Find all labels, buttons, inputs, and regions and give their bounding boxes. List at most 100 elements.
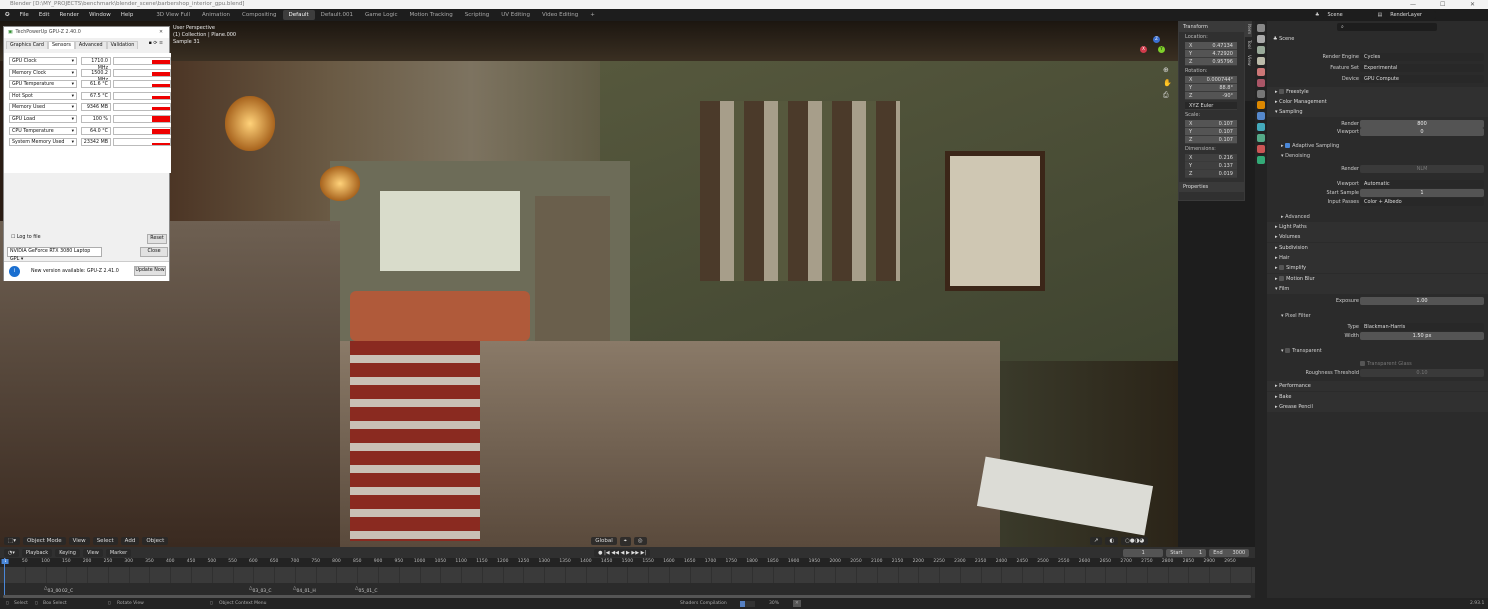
simplify-panel-header[interactable]: ▸ Simplify — [1267, 263, 1488, 274]
menu-render[interactable]: Render — [54, 12, 84, 18]
device-field[interactable]: GPU Compute — [1360, 75, 1484, 83]
rotation-z-field[interactable]: Z -90° — [1185, 92, 1237, 100]
snap-icon[interactable]: ⌖ — [619, 536, 631, 546]
add-workspace-button[interactable]: + — [584, 10, 601, 20]
transparent-panel-header[interactable]: ▾ Transparent — [1267, 346, 1488, 356]
tab-video-editing[interactable]: Video Editing — [536, 10, 584, 20]
gpuz-toolbar-icons[interactable]: ▪ ⟳ ≡ — [149, 41, 167, 49]
add-menu[interactable]: Add — [120, 537, 140, 545]
gpuz-tab-graphics-card[interactable]: Graphics Card — [6, 41, 48, 49]
sidebar-tab-view[interactable]: View — [1245, 52, 1252, 69]
tab-animation[interactable]: Animation — [196, 10, 236, 20]
advanced-panel-header[interactable]: ▸ Advanced — [1267, 212, 1488, 222]
playhead[interactable] — [4, 558, 5, 596]
pan-hand-icon[interactable]: ✋ — [1163, 79, 1172, 87]
scale-z-field[interactable]: Z 0.107 — [1185, 136, 1237, 144]
current-frame-indicator[interactable]: 1 — [1, 559, 9, 564]
property-tab-icon[interactable] — [1257, 68, 1265, 76]
rotation-mode-dropdown[interactable]: XYZ Euler — [1185, 102, 1237, 110]
start-frame-field[interactable]: Start 1 — [1166, 548, 1207, 557]
editor-type-button[interactable]: ⬚▾ — [4, 537, 20, 545]
select-menu[interactable]: Select — [92, 537, 118, 545]
tab-motion-tracking[interactable]: Motion Tracking — [403, 10, 458, 20]
cancel-job-button[interactable]: ✕ — [793, 600, 801, 607]
gizmo-y-axis[interactable]: Y — [1158, 46, 1165, 53]
location-z-field[interactable]: Z 0.95796 — [1185, 58, 1237, 66]
freestyle-checkbox[interactable] — [1279, 89, 1285, 94]
feature-set-field[interactable]: Experimental — [1360, 64, 1484, 72]
menu-edit[interactable]: Edit — [34, 12, 55, 18]
adaptive-sampling-checkbox[interactable] — [1285, 143, 1291, 148]
start-sample-field[interactable]: 1 — [1360, 189, 1484, 197]
property-tab-icon[interactable] — [1257, 112, 1265, 120]
denoise-viewport-field[interactable]: Automatic — [1360, 180, 1484, 188]
gizmo-toggle-icon[interactable]: ↗ — [1089, 537, 1103, 545]
marker[interactable]: △ 03_03_C — [249, 586, 272, 594]
sidebar-tab-tool[interactable]: Tool — [1245, 37, 1252, 52]
view-layer-selector[interactable]: RenderLayer — [1386, 11, 1437, 19]
sensor-name-dropdown[interactable]: CPU Temperature ▾ — [9, 126, 77, 135]
sensor-name-dropdown[interactable]: Memory Clock ▾ — [9, 68, 77, 77]
maximize-button[interactable]: ☐ — [1440, 0, 1445, 9]
sensor-name-dropdown[interactable]: GPU Temperature ▾ — [9, 80, 77, 89]
sensor-name-dropdown[interactable]: GPU Clock ▾ — [9, 57, 77, 65]
input-passes-field[interactable]: Color + Albedo — [1360, 198, 1484, 206]
frame-ruler[interactable]: 1 50 100 150 200 250 300 350 400 450 500 550 600 650… — [0, 558, 1255, 567]
end-frame-field[interactable]: End 3000 — [1209, 548, 1250, 557]
location-x-field[interactable]: X 0.47134 — [1185, 42, 1237, 50]
sensor-name-dropdown[interactable]: GPU Load ▾ — [9, 115, 77, 123]
camera-icon[interactable]: ⎙ — [1163, 91, 1169, 100]
subdivision-panel-header[interactable]: ▸ Subdivision — [1267, 242, 1488, 253]
3d-viewport[interactable]: User Perspective (1) Collection | Plane.… — [0, 21, 1178, 547]
gpu-device-select[interactable]: NVIDIA GeForce RTX 3080 Laptop GPL ▾ — [7, 247, 102, 262]
tab-compositing[interactable]: Compositing — [236, 10, 282, 20]
sidebar-tab-item[interactable]: Item — [1245, 21, 1252, 38]
transform-panel-header[interactable]: Transform — [1179, 22, 1244, 32]
scale-x-field[interactable]: X 0.107 — [1185, 120, 1237, 128]
navigation-gizmo[interactable]: Z X Y — [1138, 36, 1174, 66]
sensor-name-dropdown[interactable]: System Memory Used ▾ — [9, 138, 77, 147]
properties-panel-header[interactable]: Properties — [1179, 182, 1244, 192]
motion-blur-panel-header[interactable]: ▸ Motion Blur — [1267, 273, 1488, 284]
gpuz-close-button[interactable]: Close — [140, 247, 168, 257]
object-mode-dropdown[interactable]: Object Mode — [22, 537, 66, 545]
pixel-filter-panel-header[interactable]: ▾ Pixel Filter — [1267, 311, 1488, 321]
gizmo-z-axis[interactable]: Z — [1153, 36, 1160, 43]
marker[interactable]: △ 03_00 — [44, 586, 61, 594]
gpuz-tab-validation[interactable]: Validation — [106, 41, 139, 49]
zoom-icon[interactable]: ⊕ — [1163, 66, 1169, 74]
rotation-x-field[interactable]: X 0.000744° — [1185, 76, 1237, 84]
property-tab-icon[interactable] — [1257, 79, 1265, 87]
shading-modes[interactable]: ○●◑◕ — [1121, 537, 1149, 545]
volumes-panel-header[interactable]: ▸ Volumes — [1267, 232, 1488, 243]
transform-orientation-dropdown[interactable]: Global — [591, 537, 617, 545]
gpuz-close-icon[interactable]: ✕ — [159, 30, 169, 35]
menu-file[interactable]: File — [15, 12, 34, 18]
simplify-checkbox[interactable] — [1279, 265, 1285, 271]
transparent-checkbox[interactable] — [1285, 348, 1291, 353]
denoising-panel-header[interactable]: ▾ Denoising — [1267, 151, 1488, 161]
property-tab-icon[interactable] — [1257, 46, 1265, 54]
bake-panel-header[interactable]: ▸ Bake — [1267, 391, 1488, 402]
marker[interactable]: △ 04_01_H — [293, 586, 316, 594]
gizmo-x-axis[interactable]: X — [1140, 46, 1147, 53]
motion-blur-checkbox[interactable] — [1279, 275, 1285, 281]
property-tab-icon[interactable] — [1257, 134, 1265, 142]
timeline-editor-type[interactable]: ◔▾ — [4, 548, 19, 557]
gpuz-tab-advanced[interactable]: Advanced — [74, 41, 107, 49]
film-panel-header[interactable]: ▾ Film — [1267, 284, 1488, 294]
render-samples-field[interactable]: 800 — [1360, 120, 1484, 128]
adaptive-sampling-panel-header[interactable]: ▸ Adaptive Sampling — [1267, 141, 1488, 151]
tab-3d-view-full[interactable]: 3D View Full — [150, 10, 196, 20]
grease-pencil-panel-header[interactable]: ▸ Grease Pencil — [1267, 402, 1488, 412]
close-window-button[interactable]: ✕ — [1470, 0, 1475, 9]
property-tab-icon[interactable] — [1257, 101, 1265, 109]
tab-game-logic[interactable]: Game Logic — [359, 10, 404, 20]
playback-controls[interactable]: ● |◀ ◀◀ ◀ ▶ ▶▶ ▶| — [594, 548, 651, 557]
property-tab-icon[interactable] — [1257, 24, 1265, 32]
property-tab-icon[interactable] — [1257, 90, 1265, 98]
viewport-samples-field[interactable]: 0 — [1360, 128, 1484, 136]
proportional-edit-icon[interactable]: ◎ — [633, 537, 647, 545]
object-menu[interactable]: Object — [142, 537, 169, 545]
properties-search-input[interactable]: ⌕ — [1337, 23, 1437, 31]
